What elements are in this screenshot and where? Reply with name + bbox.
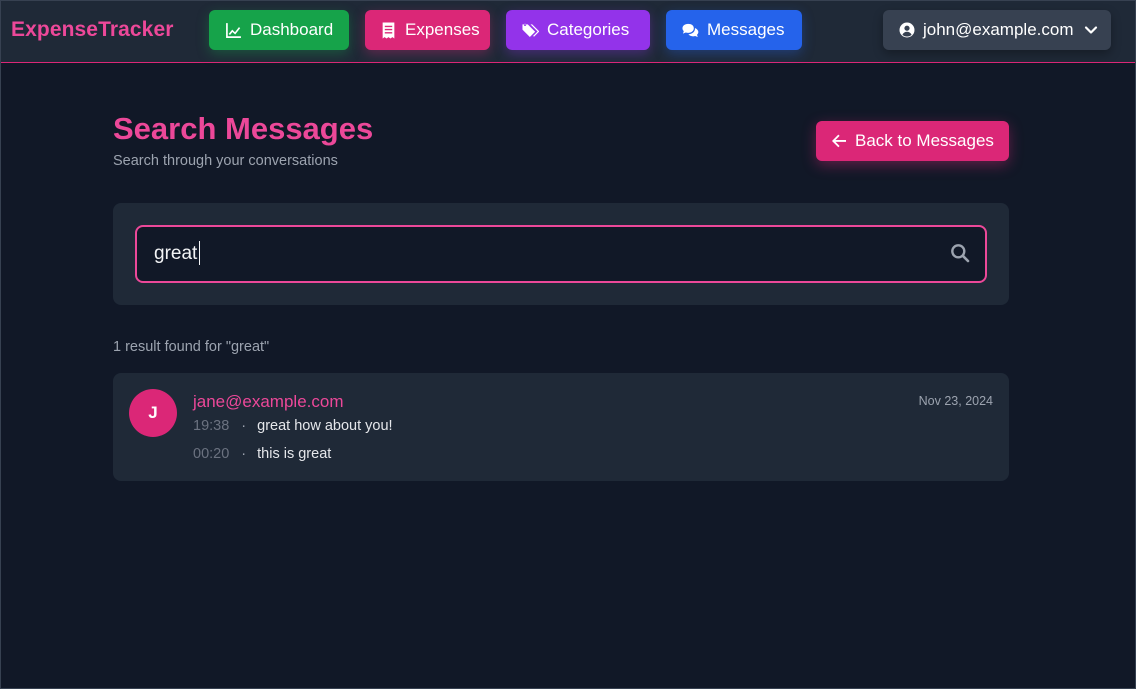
page-title: Search Messages [113, 111, 374, 146]
nav-dashboard-label: Dashboard [250, 20, 334, 39]
nav-categories-button[interactable]: Categories [506, 10, 650, 50]
user-email: john@example.com [923, 20, 1074, 39]
top-navbar: ExpenseTracker Dashboard Expenses Catego… [1, 1, 1135, 63]
message-row[interactable]: 00:20 · this is great [193, 446, 331, 462]
nav-expenses-label: Expenses [405, 20, 480, 39]
comments-icon [682, 23, 699, 37]
search-result-item[interactable]: J jane@example.com Nov 23, 2024 19:38 · … [113, 373, 1009, 481]
search-icon[interactable] [950, 243, 970, 263]
separator-dot: · [241, 418, 247, 434]
page-subtitle: Search through your conversations [113, 153, 338, 169]
receipt-icon [382, 22, 395, 38]
user-circle-icon [899, 22, 915, 38]
nav-categories-label: Categories [547, 20, 630, 39]
message-row[interactable]: 19:38 · great how about you! [193, 418, 393, 434]
message-time: 00:20 [193, 446, 230, 462]
sender-email[interactable]: jane@example.com [193, 392, 344, 412]
back-to-messages-label: Back to Messages [855, 131, 994, 150]
chart-line-icon [226, 22, 241, 38]
search-field[interactable] [135, 225, 987, 283]
message-text: this is great [257, 446, 332, 462]
brand-logo[interactable]: ExpenseTracker [11, 18, 174, 42]
chevron-down-icon [1084, 26, 1097, 34]
avatar: J [129, 389, 177, 437]
search-input[interactable] [137, 227, 985, 281]
message-time: 19:38 [193, 418, 230, 434]
nav-messages-label: Messages [707, 20, 785, 39]
message-date: Nov 23, 2024 [918, 394, 993, 408]
separator-dot: · [241, 446, 247, 462]
result-count: 1 result found for "great" [113, 339, 270, 355]
nav-messages-button[interactable]: Messages [666, 10, 802, 50]
text-caret [199, 241, 200, 265]
tags-icon [522, 23, 539, 37]
back-to-messages-button[interactable]: Back to Messages [816, 121, 1009, 161]
arrow-left-icon [832, 134, 846, 148]
nav-dashboard-button[interactable]: Dashboard [209, 10, 349, 50]
search-panel [113, 203, 1009, 305]
message-text: great how about you! [257, 418, 393, 434]
user-menu-dropdown[interactable]: john@example.com [883, 10, 1111, 50]
nav-expenses-button[interactable]: Expenses [365, 10, 490, 50]
